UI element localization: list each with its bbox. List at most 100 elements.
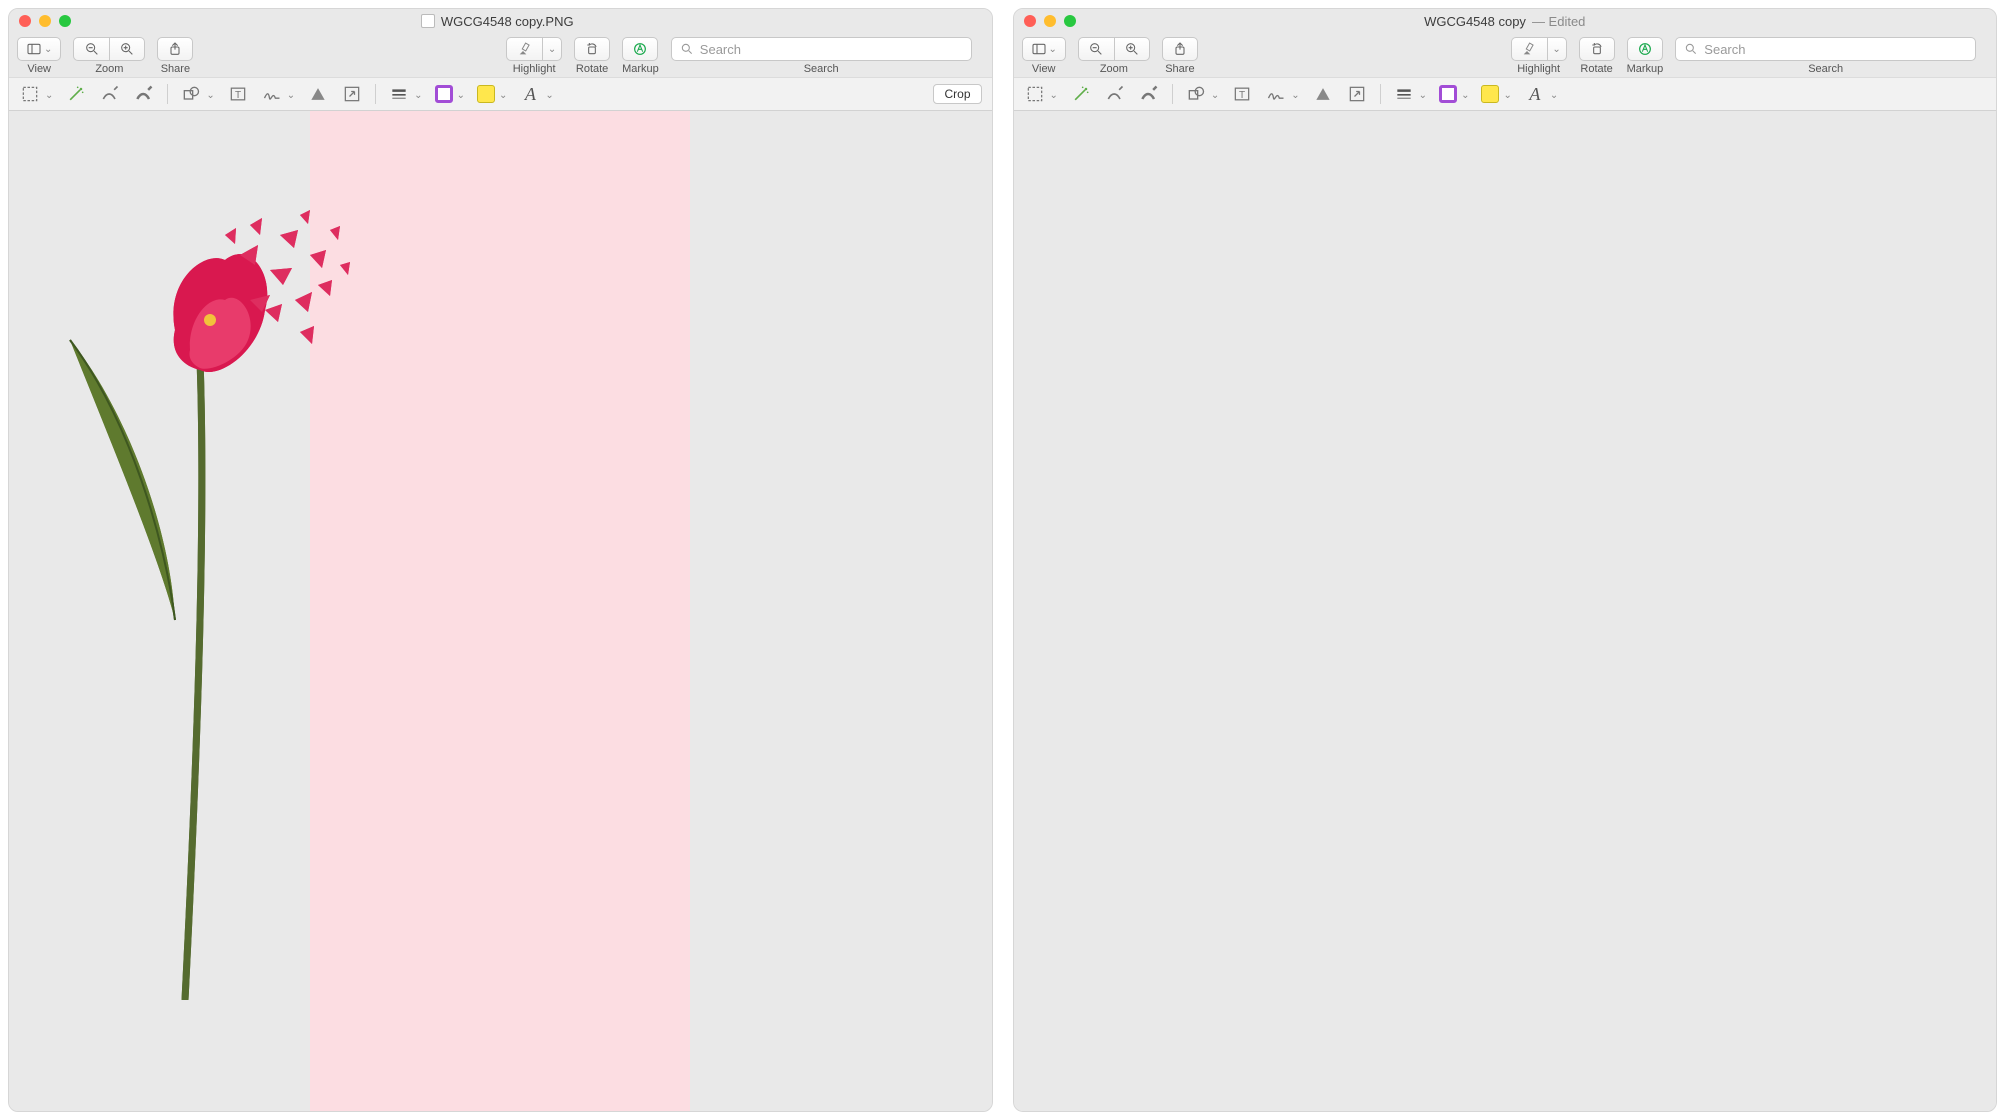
draw-icon: [1139, 84, 1159, 104]
document-icon: [421, 14, 435, 28]
rotate-button[interactable]: [1579, 37, 1615, 61]
minimize-window-button[interactable]: [1044, 15, 1056, 27]
highlight-button[interactable]: [1511, 37, 1547, 61]
font-icon: A: [1524, 83, 1546, 105]
search-icon: [1684, 42, 1698, 56]
view-label: View: [1032, 63, 1056, 75]
line-style-tool[interactable]: [388, 83, 422, 105]
border-color-tool[interactable]: [1439, 85, 1469, 103]
highlight-group: ⌄ Highlight: [1511, 37, 1567, 75]
view-button[interactable]: ⌄: [1022, 37, 1066, 61]
close-window-button[interactable]: [1024, 15, 1036, 27]
view-group: ⌄ View: [1022, 37, 1066, 75]
zoom-group: Zoom: [1078, 37, 1150, 75]
search-icon: [680, 42, 694, 56]
fill-color-tool[interactable]: [477, 85, 507, 103]
highlight-label: Highlight: [513, 63, 556, 75]
window-title: WGCG4548 copy — Edited: [1424, 14, 1585, 29]
markup-group: Markup: [622, 37, 659, 75]
highlighter-icon: [517, 41, 533, 57]
text-icon: T: [1232, 84, 1252, 104]
sketch-tool[interactable]: [1104, 83, 1126, 105]
rotate-icon: [584, 41, 600, 57]
search-placeholder: Search: [700, 42, 741, 57]
fill-color-swatch: [1481, 85, 1499, 103]
line-style-icon: [1394, 84, 1414, 104]
separator: [1380, 84, 1381, 104]
traffic-lights: [1024, 15, 1076, 27]
resize-icon: [1347, 84, 1367, 104]
search-input[interactable]: Search: [671, 37, 972, 61]
text-tool[interactable]: T: [1231, 83, 1253, 105]
line-style-tool[interactable]: [1393, 83, 1427, 105]
sidebar-icon: [1031, 41, 1047, 57]
share-group: Share: [1162, 37, 1198, 75]
highlight-group: ⌄ Highlight: [506, 37, 562, 75]
zoom-window-button[interactable]: [1064, 15, 1076, 27]
share-button[interactable]: [1162, 37, 1198, 61]
rotate-button[interactable]: [574, 37, 610, 61]
share-icon: [1172, 41, 1188, 57]
image-page: [1315, 111, 1695, 1111]
wand-icon: [1071, 84, 1091, 104]
window-title-edited: — Edited: [1532, 14, 1585, 29]
crop-button[interactable]: Crop: [933, 84, 981, 104]
markup-button[interactable]: [1627, 37, 1663, 61]
rotate-group: Rotate: [1579, 37, 1615, 75]
search-label: Search: [1808, 63, 1843, 75]
rotate-label: Rotate: [576, 63, 608, 75]
zoom-out-button[interactable]: [1078, 37, 1114, 61]
preview-window-right: WGCG4548 copy — Edited ⌄ View Zoom: [1013, 8, 1998, 1112]
fill-color-swatch: [477, 85, 495, 103]
font-style-tool[interactable]: A: [1524, 83, 1558, 105]
separator: [1172, 84, 1173, 104]
search-input[interactable]: Search: [1675, 37, 1976, 61]
selection-icon: [1025, 84, 1045, 104]
highlight-menu-button[interactable]: ⌄: [542, 37, 562, 61]
search-placeholder: Search: [1704, 42, 1745, 57]
line-style-icon: [389, 84, 409, 104]
rotate-icon: [1589, 41, 1605, 57]
adjust-size-tool[interactable]: [1346, 83, 1368, 105]
adjust-color-tool[interactable]: [1312, 83, 1334, 105]
window-title-text: WGCG4548 copy: [1424, 14, 1526, 29]
sign-tool[interactable]: [1265, 83, 1299, 105]
instant-alpha-tool[interactable]: [1070, 83, 1092, 105]
highlight-button[interactable]: [506, 37, 542, 61]
rotate-label: Rotate: [1580, 63, 1612, 75]
border-color-tool[interactable]: [435, 85, 465, 103]
shapes-tool[interactable]: [1185, 83, 1219, 105]
primary-toolbar: ⌄ View Zoom Share: [1014, 33, 1997, 77]
highlighter-icon: [1521, 41, 1537, 57]
search-group: Search Search: [671, 37, 972, 75]
markup-toolbar: T A: [1014, 77, 1997, 111]
search-label: Search: [804, 63, 839, 75]
draw-tool[interactable]: [1138, 83, 1160, 105]
zoom-label: Zoom: [1100, 63, 1128, 75]
border-color-swatch: [1439, 85, 1457, 103]
highlight-label: Highlight: [1517, 63, 1560, 75]
window-title-text: WGCG4548 copy.PNG: [441, 14, 574, 29]
window-title: WGCG4548 copy.PNG: [421, 14, 580, 29]
zoom-in-button[interactable]: [1114, 37, 1150, 61]
zoom-out-icon: [1088, 41, 1104, 57]
signature-icon: [1266, 84, 1286, 104]
canvas-area[interactable]: [1014, 111, 1997, 1111]
selection-tool[interactable]: [1024, 83, 1058, 105]
sketch-icon: [1105, 84, 1125, 104]
highlight-menu-button[interactable]: ⌄: [1547, 37, 1567, 61]
markup-group: Markup: [1627, 37, 1664, 75]
markup-button[interactable]: [622, 37, 658, 61]
markup-icon: [632, 41, 648, 57]
titlebar: WGCG4548 copy — Edited: [1014, 9, 1997, 33]
markup-label: Markup: [1627, 63, 1664, 75]
markup-label: Markup: [622, 63, 659, 75]
rotate-group: Rotate: [574, 37, 610, 75]
fill-color-tool[interactable]: [1481, 85, 1511, 103]
font-icon: A: [519, 83, 541, 105]
font-style-tool[interactable]: A: [519, 83, 553, 105]
markup-icon: [1637, 41, 1653, 57]
zoom-in-icon: [1124, 41, 1140, 57]
svg-text:T: T: [1239, 90, 1245, 101]
shapes-icon: [1186, 84, 1206, 104]
